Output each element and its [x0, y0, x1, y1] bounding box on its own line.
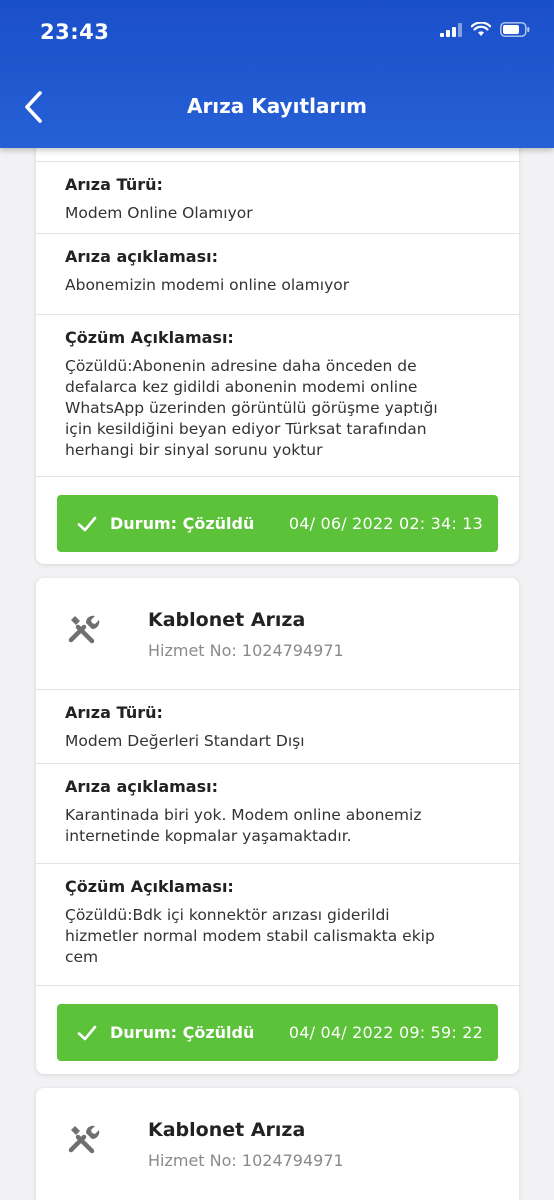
solution-line: defalarca kez gidildi abonenin modemi on… — [65, 378, 418, 396]
fault-type-section: Arıza Türü: Modem Online Olamıyor — [36, 161, 519, 234]
battery-icon — [500, 22, 530, 37]
check-icon — [77, 1025, 97, 1040]
fault-desc-label: Arıza açıklaması: — [65, 777, 218, 796]
fault-record-card: Arıza Türü: Modem Online Olamıyor Arıza … — [36, 112, 519, 564]
fault-record-card: Kablonet Arıza Hizmet No: 1024794971 — [36, 1088, 519, 1200]
check-icon — [77, 516, 97, 531]
solution-line: için kesildiğini beyan ediyor Türksat ta… — [65, 420, 427, 438]
fault-type-value: Modem Online Olamıyor — [65, 204, 253, 222]
service-name: Kablonet Arıza — [148, 1119, 306, 1141]
solution-line: cem — [65, 948, 99, 966]
fault-type-label: Arıza Türü: — [65, 703, 163, 722]
status-label: Durum: Çözüldü — [110, 514, 255, 533]
status-time: 23:43 — [40, 20, 110, 44]
status-date: 04/ 04/ 2022 09: 59: 22 — [288, 1023, 483, 1042]
fault-desc-value: Abonemizin modemi online olamıyor — [65, 276, 350, 294]
service-name: Kablonet Arıza — [148, 609, 306, 631]
status-icons — [440, 22, 530, 37]
solution-line: Çözüldü:Bdk içi konnektör arızası gideri… — [65, 906, 390, 924]
tools-icon — [68, 615, 100, 644]
solution-value: Çözüldü:Bdk içi konnektör arızası gideri… — [65, 905, 490, 968]
status-resolved-bar[interactable]: Durum: Çözüldü 04/ 06/ 2022 02: 34: 13 — [57, 495, 498, 552]
solution-line: herhangi bir sinyal sorunu yoktur — [65, 441, 323, 459]
fault-desc-section: Arıza açıklaması: Karantinada biri yok. … — [36, 764, 519, 864]
page-title: Arıza Kayıtlarım — [186, 94, 368, 118]
solution-line: hizmetler normal modem stabil calismakta… — [65, 927, 435, 945]
wifi-icon — [471, 22, 491, 36]
status-date: 04/ 06/ 2022 02: 34: 13 — [288, 514, 483, 533]
solution-line: WhatsApp üzerinden görüntülü görüşme yap… — [65, 399, 438, 417]
app-header: 23:43 Arıza Kayıtlarım — [0, 0, 554, 148]
solution-value: Çözüldü:Abonenin adresine daha önceden d… — [65, 356, 490, 461]
card-header: Kablonet Arıza Hizmet No: 1024794971 — [36, 578, 519, 690]
fault-desc-line: Karantinada biri yok. Modem online abone… — [65, 806, 422, 824]
solution-label: Çözüm Açıklaması: — [65, 877, 234, 896]
signal-icon — [440, 22, 462, 37]
fault-desc-label: Arıza açıklaması: — [65, 247, 218, 266]
fault-type-section: Arıza Türü: Modem Değerleri Standart Dış… — [36, 690, 519, 764]
tools-icon — [68, 1125, 100, 1154]
status-resolved-bar[interactable]: Durum: Çözüldü 04/ 04/ 2022 09: 59: 22 — [57, 1004, 498, 1061]
service-number: Hizmet No: 1024794971 — [148, 1151, 344, 1170]
solution-section: Çözüm Açıklaması: Çözüldü:Abonenin adres… — [36, 315, 519, 477]
fault-type-label: Arıza Türü: — [65, 175, 163, 194]
fault-type-value: Modem Değerleri Standart Dışı — [65, 732, 305, 750]
card-header: Kablonet Arıza Hizmet No: 1024794971 — [36, 1088, 519, 1200]
solution-label: Çözüm Açıklaması: — [65, 328, 234, 347]
fault-desc-section: Arıza açıklaması: Abonemizin modemi onli… — [36, 234, 519, 315]
solution-line: Çözüldü:Abonenin adresine daha önceden d… — [65, 357, 417, 375]
fault-desc-value: Karantinada biri yok. Modem online abone… — [65, 805, 490, 847]
fault-record-card: Kablonet Arıza Hizmet No: 1024794971 Arı… — [36, 578, 519, 1074]
status-label: Durum: Çözüldü — [110, 1023, 255, 1042]
service-number: Hizmet No: 1024794971 — [148, 641, 344, 660]
fault-desc-line: internetinde kopmalar yaşamaktadır. — [65, 827, 352, 845]
solution-section: Çözüm Açıklaması: Çözüldü:Bdk içi konnek… — [36, 864, 519, 986]
